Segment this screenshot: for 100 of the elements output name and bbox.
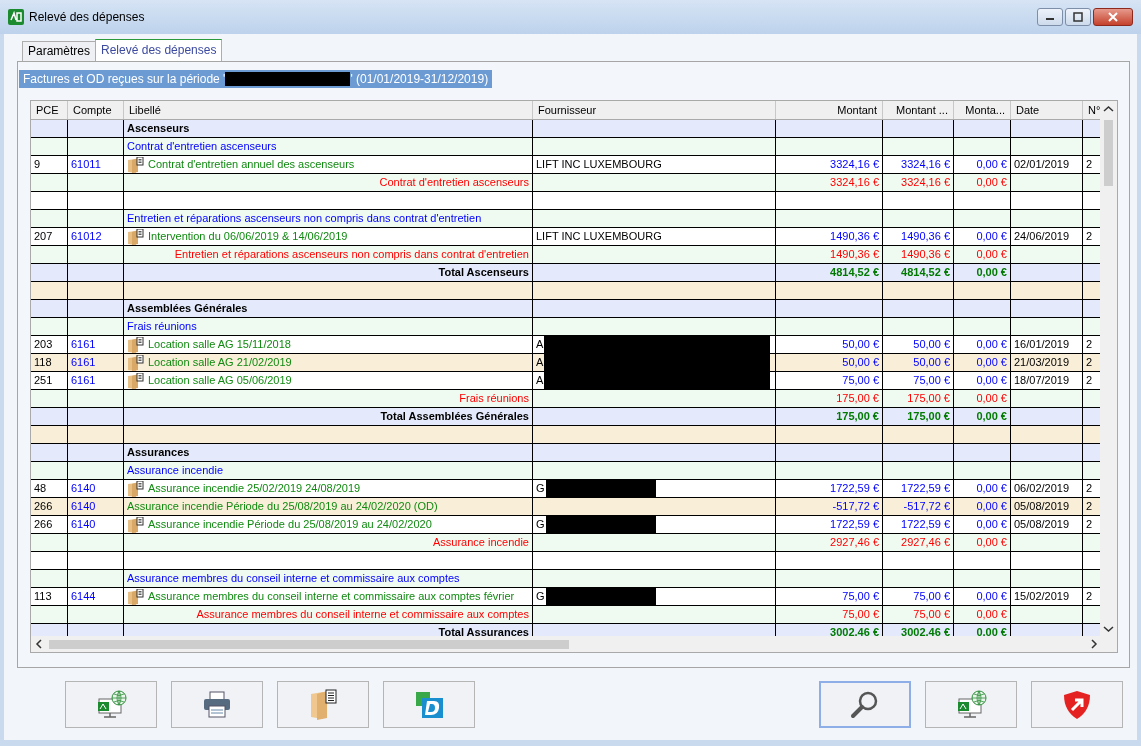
attachment-icon[interactable] bbox=[127, 156, 145, 173]
table-row[interactable]: Assurance incendie bbox=[31, 462, 1101, 480]
table-cell-text: 75,00 € bbox=[842, 373, 879, 388]
table-cell-text: Location salle AG 21/02/2019 bbox=[148, 355, 292, 370]
section-heading: Assurances bbox=[127, 445, 190, 460]
table-cell-text: 0,00 € bbox=[976, 625, 1007, 637]
table-cell-text: 0,00 € bbox=[976, 499, 1007, 514]
table-cell-text: 50,00 € bbox=[842, 337, 879, 352]
table-cell-text: G bbox=[536, 589, 545, 604]
window-title: Relevé des dépenses bbox=[29, 10, 145, 24]
table-cell-text: 6140 bbox=[71, 499, 96, 514]
table-cell-text: 0,00 € bbox=[976, 355, 1007, 370]
table-cell-text: 75,00 € bbox=[842, 607, 879, 622]
column-header[interactable]: Fournisseur bbox=[533, 101, 776, 119]
table-row[interactable]: 266 6140 Assurance incendie Période du 25/08/2019 au 24/02/2020 (OD) -517,72 € -517,72 € 0,00 € 05/08/2019 2 bbox=[31, 498, 1101, 516]
table-cell-text: 3002,46 € bbox=[830, 625, 879, 637]
table-row[interactable]: 48 6140 Assurance incendie 25/02/2019 24/08/2019 G 1722,59 € 1722,59 € 0,00 € 06/02/2019 2 bbox=[31, 480, 1101, 498]
table-row[interactable]: Frais réunions bbox=[31, 318, 1101, 336]
table-row[interactable]: 207 61012 Intervention du 06/06/2019 & 14/06/2019 LIFT INC LUXEMBOURG 1490,36 € 1490,36 € 0,00 € 24/06/2019 2 bbox=[31, 228, 1101, 246]
table-row[interactable]: Ascenseurs bbox=[31, 120, 1101, 138]
tab[interactable]: Paramètres bbox=[22, 41, 97, 61]
column-header[interactable]: PCE bbox=[31, 101, 68, 119]
table-cell-text: A bbox=[536, 337, 544, 352]
table-cell-text: 61011 bbox=[71, 157, 101, 172]
table-cell-text: -517,72 € bbox=[903, 499, 950, 514]
toolbar-button[interactable] bbox=[171, 681, 263, 728]
computer-globe-icon bbox=[955, 688, 987, 721]
scrollbar-thumb[interactable] bbox=[49, 639, 569, 649]
attachment-icon[interactable] bbox=[127, 372, 145, 389]
table-cell-text: 0,00 € bbox=[976, 535, 1007, 550]
computer-globe-icon bbox=[95, 688, 127, 721]
column-header[interactable]: Montant bbox=[776, 101, 883, 119]
table-row[interactable]: 113 6144 Assurance membres du conseil interne et commissaire aux comptes février G 75,00 € 75,00 € 0,00 € 15/02/2019 2 bbox=[31, 588, 1101, 606]
column-header[interactable]: Libellé bbox=[124, 101, 533, 119]
table-cell-text: 0,00 € bbox=[976, 373, 1007, 388]
column-header[interactable]: Monta... bbox=[954, 101, 1011, 119]
attachment-icon[interactable] bbox=[127, 516, 145, 533]
table-row[interactable]: 266 6140 Assurance incendie Période du 25/08/2019 au 24/02/2020 G 1722,59 € 1722,59 € 0,00 € 05/08/2019 2 bbox=[31, 516, 1101, 534]
table-row[interactable]: 118 6161 Location salle AG 21/02/2019 A 50,00 € 50,00 € 0,00 € 21/03/2019 2 bbox=[31, 354, 1101, 372]
table-cell-text: 3002,46 € bbox=[901, 625, 950, 637]
table-cell-text: 2 bbox=[1086, 157, 1093, 172]
table-row[interactable] bbox=[31, 552, 1101, 570]
column-header[interactable]: Montant ... bbox=[883, 101, 954, 119]
table-row[interactable]: Contrat d'entretien ascenseurs bbox=[31, 138, 1101, 156]
attachment-icon[interactable] bbox=[127, 336, 145, 353]
table-cell-text: Location salle AG 15/11/2018 bbox=[148, 337, 291, 352]
column-header[interactable]: Compte bbox=[68, 101, 124, 119]
table-cell-text: 203 bbox=[34, 337, 53, 352]
table-cell-text: 175,00 € bbox=[907, 409, 950, 424]
table-row[interactable]: Entretien et réparations ascenseurs non compris dans contrat d'entretien 1490,36 € 1490,36 € 0,00 € bbox=[31, 246, 1101, 264]
group-heading: Assurance membres du conseil interne et commissaire aux comptes bbox=[127, 571, 460, 586]
attachment-icon[interactable] bbox=[127, 480, 145, 497]
table-cell-text: 6161 bbox=[71, 337, 96, 352]
table-row[interactable]: Assurances bbox=[31, 444, 1101, 462]
table-row[interactable]: Frais réunions 175,00 € 175,00 € 0,00 € bbox=[31, 390, 1101, 408]
toolbar-button[interactable] bbox=[925, 681, 1017, 728]
total-label: Total Assurances bbox=[438, 625, 529, 637]
table-row[interactable]: Contrat d'entretien ascenseurs 3324,16 € 3324,16 € 0,00 € bbox=[31, 174, 1101, 192]
table-row[interactable]: 251 6161 Location salle AG 05/06/2019 A 75,00 € 75,00 € 0,00 € 18/07/2019 2 bbox=[31, 372, 1101, 390]
table-row[interactable] bbox=[31, 192, 1101, 210]
total-label: Total Assemblées Générales bbox=[380, 409, 529, 424]
toolbar-button[interactable] bbox=[383, 681, 475, 728]
close-icon bbox=[1107, 12, 1119, 22]
table-cell-text: 0,00 € bbox=[976, 589, 1007, 604]
attachment-icon[interactable] bbox=[127, 354, 145, 371]
table-row[interactable] bbox=[31, 426, 1101, 444]
table-cell-text: 0,00 € bbox=[976, 337, 1007, 352]
toolbar-button[interactable] bbox=[819, 681, 911, 728]
printer-icon bbox=[201, 688, 233, 721]
table-row[interactable]: 203 6161 Location salle AG 15/11/2018 A 50,00 € 50,00 € 0,00 € 16/01/2019 2 bbox=[31, 336, 1101, 354]
attachment-icon[interactable] bbox=[127, 588, 145, 605]
table-cell-text: 6161 bbox=[71, 373, 96, 388]
table-row[interactable]: Entretien et réparations ascenseurs non compris dans contrat d'entretien bbox=[31, 210, 1101, 228]
close-button[interactable] bbox=[1093, 8, 1133, 26]
column-header[interactable]: Date bbox=[1011, 101, 1083, 119]
table-cell-text: 4814,52 € bbox=[830, 265, 879, 280]
table-row[interactable]: Total Assemblées Générales 175,00 € 175,00 € 0,00 € bbox=[31, 408, 1101, 426]
toolbar-button[interactable] bbox=[65, 681, 157, 728]
attachment-icon[interactable] bbox=[127, 228, 145, 245]
table-row[interactable]: Assurance membres du conseil interne et commissaire aux comptes 75,00 € 75,00 € 0,00 € bbox=[31, 606, 1101, 624]
table-row[interactable]: Assurance incendie 2927,46 € 2927,46 € 0,00 € bbox=[31, 534, 1101, 552]
table-row[interactable]: Assurance membres du conseil interne et commissaire aux comptes bbox=[31, 570, 1101, 588]
table-cell-text: 0,00 € bbox=[976, 481, 1007, 496]
table-row[interactable]: 9 61011 Contrat d'entretien annuel des ascenseurs LIFT INC LUXEMBOURG 3324,16 € 3324,16 € 0,00 € 02/01/2019 2 bbox=[31, 156, 1101, 174]
table-cell-text: 75,00 € bbox=[842, 589, 879, 604]
table-row[interactable]: Total Ascenseurs 4814,52 € 4814,52 € 0,00 € bbox=[31, 264, 1101, 282]
table-cell-text: 1722,59 € bbox=[901, 481, 950, 496]
table-cell-text: Location salle AG 05/06/2019 bbox=[148, 373, 292, 388]
table-cell-text: 18/07/2019 bbox=[1014, 373, 1070, 388]
toolbar-button[interactable] bbox=[277, 681, 369, 728]
scrollbar-thumb[interactable] bbox=[1104, 120, 1113, 186]
toolbar-button[interactable] bbox=[1031, 681, 1123, 728]
table-cell-text: 2927,46 € bbox=[901, 535, 950, 550]
maximize-button[interactable] bbox=[1065, 8, 1091, 26]
table-row[interactable] bbox=[31, 282, 1101, 300]
table-cell-text: 1490,36 € bbox=[901, 229, 950, 244]
tab[interactable]: Relevé des dépenses bbox=[95, 39, 223, 61]
table-row[interactable]: Assemblées Générales bbox=[31, 300, 1101, 318]
minimize-button[interactable] bbox=[1037, 8, 1063, 26]
table-cell-text: 2 bbox=[1086, 229, 1093, 244]
